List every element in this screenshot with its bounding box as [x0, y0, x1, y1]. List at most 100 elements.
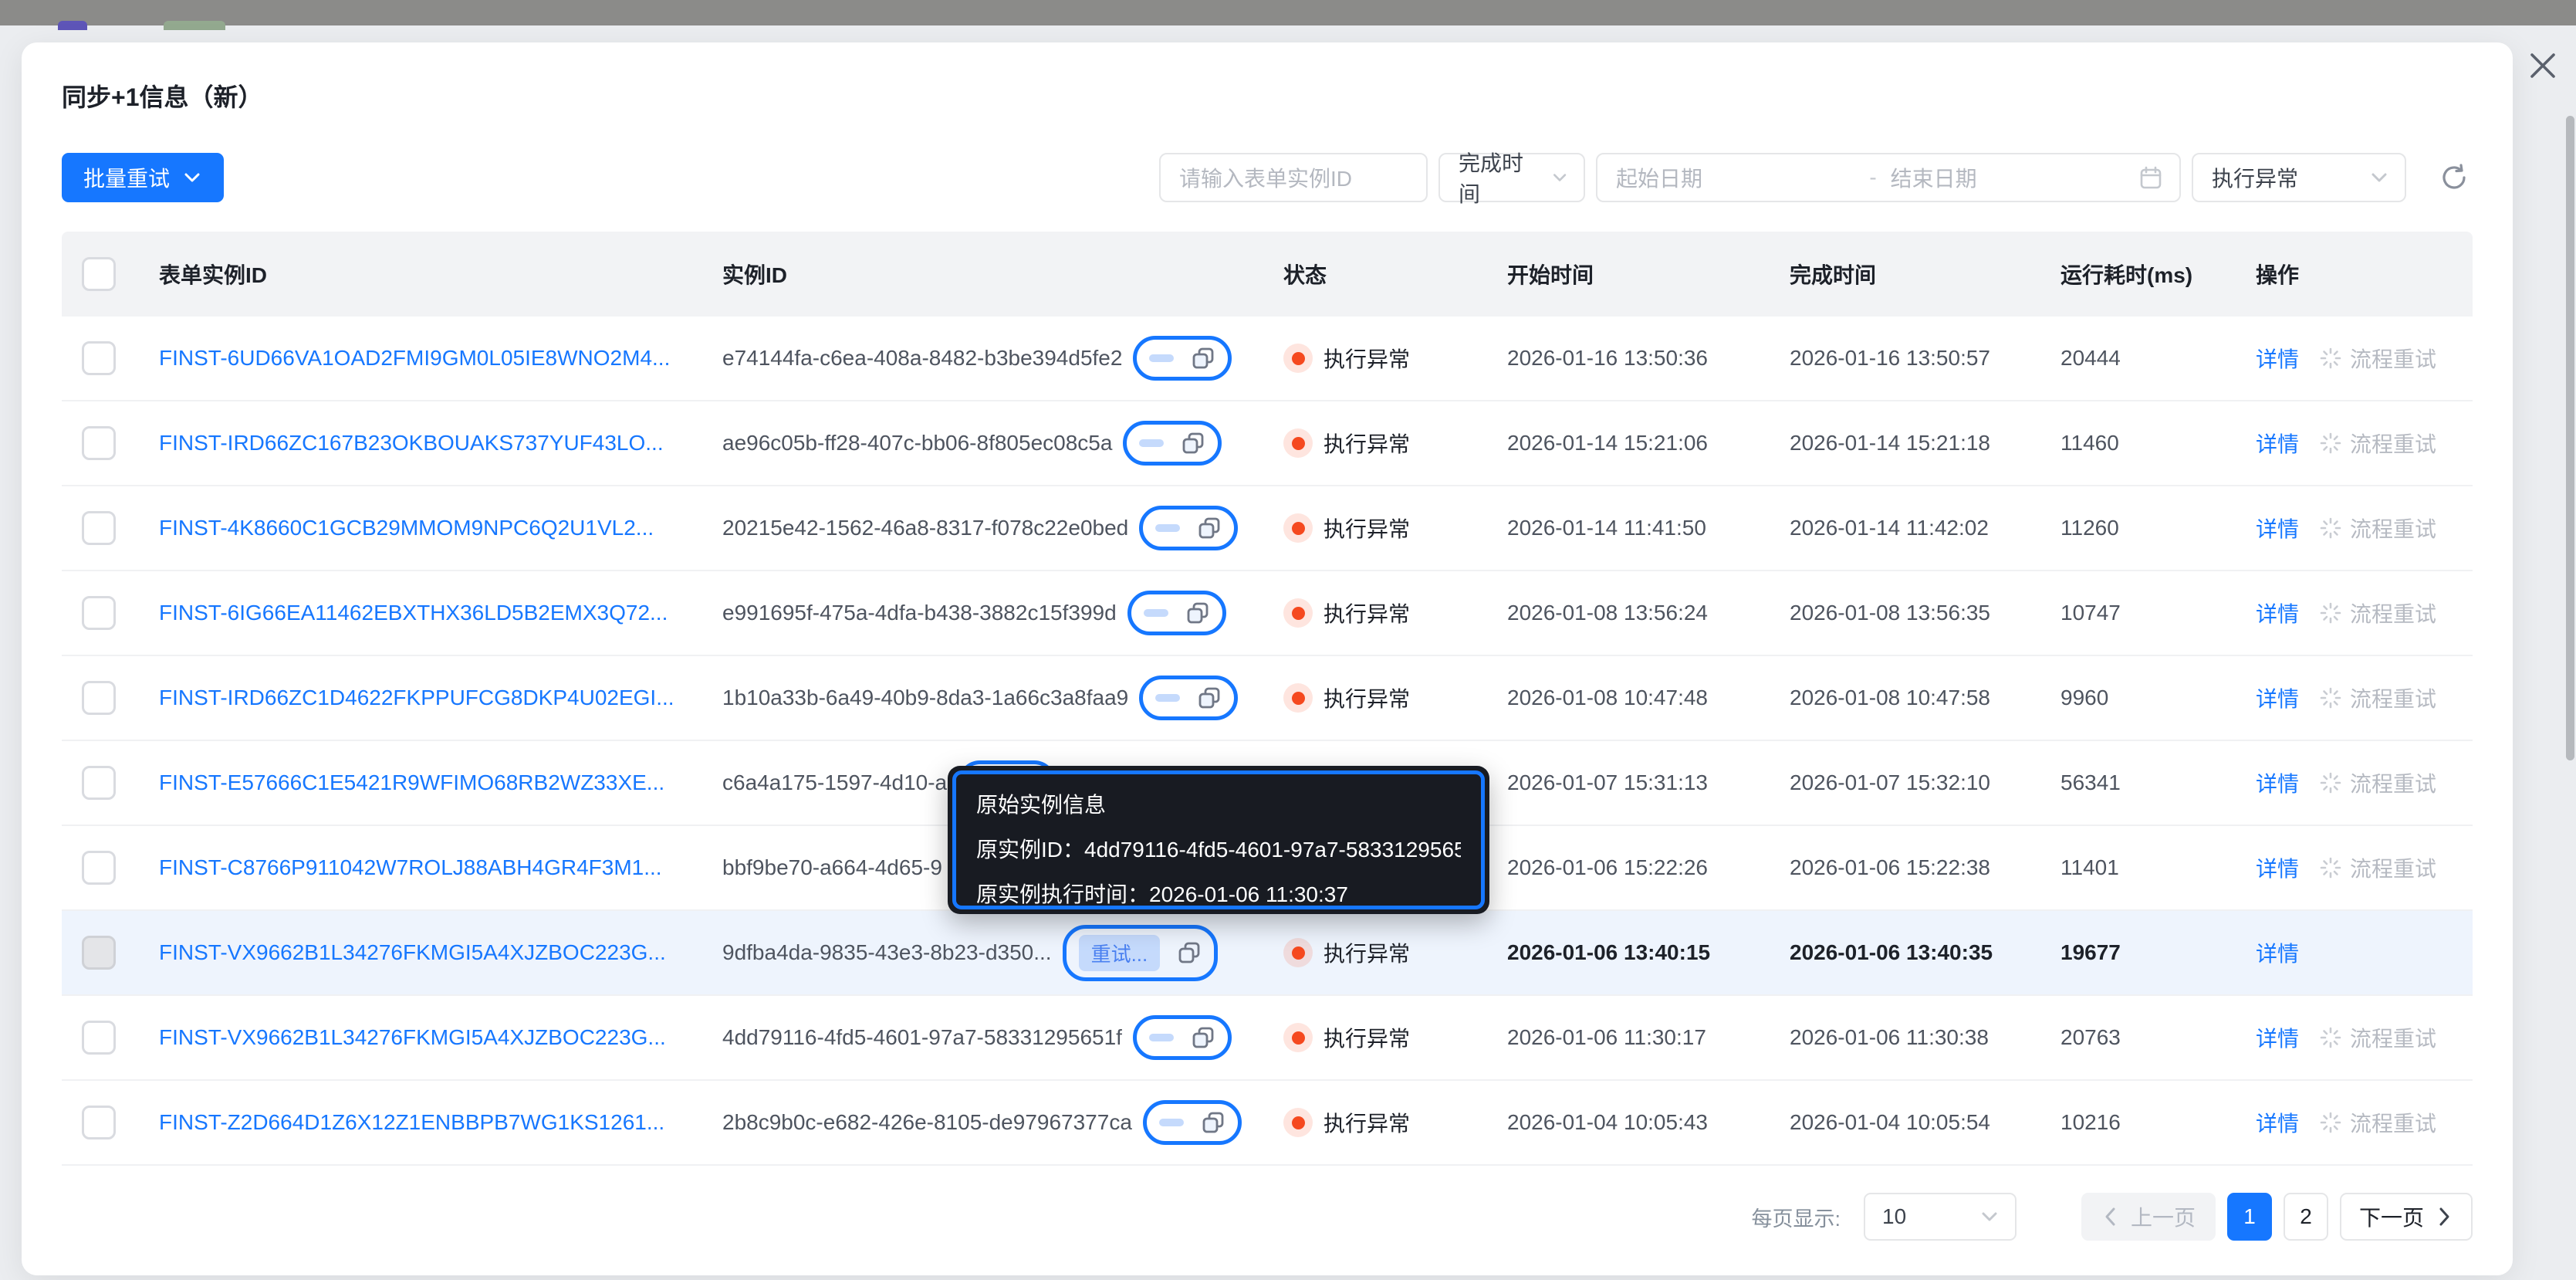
duration-ms: 19677: [2060, 940, 2121, 964]
retry-tag[interactable]: [1143, 609, 1168, 617]
status-text: 执行异常: [1323, 1112, 1411, 1136]
flow-retry-label: 流程重试: [2350, 432, 2437, 456]
finish-time: 2026-01-06 13:40:35: [1790, 940, 1993, 964]
prev-page-button[interactable]: 上一页: [2081, 1193, 2216, 1241]
table-row: FINST-6IG66EA11462EBXTHX36LD5B2EMX3Q72..…: [62, 571, 2473, 656]
status-dot: [1291, 606, 1305, 620]
flow-retry-button[interactable]: 流程重试: [2319, 343, 2436, 374]
copy-icon[interactable]: [1191, 346, 1215, 371]
status-dot: [1291, 351, 1305, 365]
spinner-icon: [2320, 772, 2341, 794]
form-instance-link[interactable]: FINST-Z2D664D1Z6X12Z1ENBBPB7WG1KS1261...: [159, 1110, 664, 1135]
instance-id-text: 9dfba4da-9835-43e3-8b23-d350...: [722, 940, 1052, 964]
retry-tag[interactable]: [1158, 1119, 1184, 1126]
flow-retry-button[interactable]: 流程重试: [2319, 513, 2436, 543]
row-checkbox[interactable]: [82, 936, 116, 970]
detail-link[interactable]: 详情: [2256, 1022, 2299, 1053]
page-size-select[interactable]: 10: [1864, 1193, 2017, 1241]
row-checkbox[interactable]: [82, 426, 116, 460]
form-instance-link[interactable]: FINST-IRD66ZC1D4622FKPPUFCG8DKP4U02EGI..…: [159, 686, 674, 710]
duration-ms: 10747: [2060, 601, 2121, 625]
finish-time: 2026-01-16 13:50:57: [1790, 346, 1990, 370]
flow-retry-label: 流程重试: [2350, 517, 2437, 541]
copy-icon[interactable]: [1197, 516, 1222, 540]
form-instance-link[interactable]: FINST-IRD66ZC167B23OKBOUAKS737YUF43LO...: [159, 431, 664, 455]
scrollbar[interactable]: [2565, 29, 2576, 1280]
next-page-button[interactable]: 下一页: [2340, 1193, 2473, 1241]
status-filter-select[interactable]: 执行异常: [2192, 153, 2406, 202]
form-instance-link[interactable]: FINST-4K8660C1GCB29MMOM9NPC6Q2U1VL2...: [159, 516, 654, 540]
detail-link[interactable]: 详情: [2256, 682, 2299, 713]
form-instance-link[interactable]: FINST-VX9662B1L34276FKMGI5A4XJZBOC223G..…: [159, 940, 666, 965]
detail-link[interactable]: 详情: [2256, 937, 2299, 968]
chevron-right-icon: [2439, 1207, 2449, 1226]
copy-icon[interactable]: [1177, 940, 1202, 965]
page-number-1[interactable]: 1: [2227, 1193, 2272, 1241]
retry-tag[interactable]: [1139, 439, 1165, 447]
form-instance-link[interactable]: FINST-6IG66EA11462EBXTHX36LD5B2EMX3Q72..…: [159, 601, 668, 625]
form-instance-link[interactable]: FINST-6UD66VA1OAD2FMI9GM0L05IE8WNO2M4...: [159, 346, 670, 371]
copy-icon[interactable]: [1181, 431, 1205, 455]
detail-link[interactable]: 详情: [2256, 852, 2299, 883]
detail-link[interactable]: 详情: [2256, 1107, 2299, 1138]
select-all-checkbox[interactable]: [82, 257, 116, 291]
status-dot-halo: [1283, 344, 1313, 373]
page-number-2[interactable]: 2: [2284, 1193, 2328, 1241]
form-instance-link[interactable]: FINST-C8766P911042W7ROLJ88ABH4GR4F3M1...: [159, 855, 662, 880]
row-checkbox[interactable]: [82, 1021, 116, 1055]
header-instance-id: 实例ID: [722, 263, 788, 287]
flow-retry-button[interactable]: 流程重试: [2319, 1107, 2436, 1138]
start-time: 2026-01-06 11:30:17: [1507, 1025, 1706, 1049]
date-start-placeholder: 起始日期: [1616, 167, 1703, 191]
tooltip-title: 原始实例信息: [976, 793, 1107, 817]
scrollbar-thumb[interactable]: [2566, 116, 2574, 760]
flow-retry-button[interactable]: 流程重试: [2319, 682, 2436, 713]
date-range-picker[interactable]: 起始日期 - 结束日期: [1596, 153, 2181, 202]
close-icon[interactable]: [2525, 48, 2561, 83]
retry-tag-focus-ring: [1127, 591, 1226, 635]
copy-icon[interactable]: [1191, 1025, 1215, 1050]
chevron-down-icon: [184, 173, 200, 182]
copy-icon[interactable]: [1197, 686, 1222, 710]
retry-tag[interactable]: [1149, 354, 1175, 362]
row-checkbox[interactable]: [82, 851, 116, 885]
duration-ms: 20444: [2060, 346, 2121, 370]
row-checkbox[interactable]: [82, 511, 116, 545]
detail-link[interactable]: 详情: [2256, 343, 2299, 374]
search-input[interactable]: 请输入表单实例ID: [1159, 153, 1428, 202]
form-instance-link[interactable]: FINST-VX9662B1L34276FKMGI5A4XJZBOC223G..…: [159, 1025, 666, 1050]
status-text: 执行异常: [1323, 942, 1411, 966]
flow-retry-button[interactable]: 流程重试: [2319, 852, 2436, 883]
flow-retry-button[interactable]: 流程重试: [2319, 598, 2436, 628]
batch-retry-label: 批量重试: [83, 167, 171, 191]
sort-field-select[interactable]: 完成时间: [1438, 151, 1585, 206]
page-size-value: 10: [1882, 1204, 1907, 1228]
flow-retry-button[interactable]: 流程重试: [2319, 1022, 2436, 1053]
row-checkbox[interactable]: [82, 596, 116, 630]
detail-link[interactable]: 详情: [2256, 513, 2299, 543]
status-dot: [1291, 691, 1305, 705]
detail-link[interactable]: 详情: [2256, 428, 2299, 459]
flow-retry-button[interactable]: 流程重试: [2319, 767, 2436, 798]
retry-tag[interactable]: 重试...: [1078, 934, 1161, 971]
detail-link[interactable]: 详情: [2256, 767, 2299, 798]
status-dot: [1291, 521, 1305, 535]
copy-icon[interactable]: [1185, 601, 1210, 625]
row-checkbox[interactable]: [82, 341, 116, 375]
refresh-icon[interactable]: [2436, 159, 2473, 196]
copy-icon[interactable]: [1201, 1110, 1225, 1135]
flow-retry-button[interactable]: 流程重试: [2319, 428, 2436, 459]
sync-info-modal: 同步+1信息（新） 批量重试 请输入表单实例ID 完成时间 起始日期 - 结束日…: [22, 42, 2513, 1275]
retry-tag[interactable]: [1155, 524, 1181, 532]
row-checkbox[interactable]: [82, 1106, 116, 1139]
retry-tag[interactable]: [1155, 694, 1181, 702]
detail-link[interactable]: 详情: [2256, 598, 2299, 628]
retry-tag[interactable]: [1148, 1034, 1174, 1041]
batch-retry-button[interactable]: 批量重试: [62, 153, 225, 202]
finish-time: 2026-01-14 15:21:18: [1790, 431, 1990, 455]
form-instance-link[interactable]: FINST-E57666C1E5421R9WFIMO68RB2WZ33XE...: [159, 770, 664, 795]
instance-id-text: e74144fa-c6ea-408a-8482-b3be394d5fe2: [722, 346, 1123, 370]
row-checkbox[interactable]: [82, 681, 116, 715]
row-checkbox[interactable]: [82, 766, 116, 800]
flow-retry-label: 流程重试: [2350, 857, 2437, 881]
